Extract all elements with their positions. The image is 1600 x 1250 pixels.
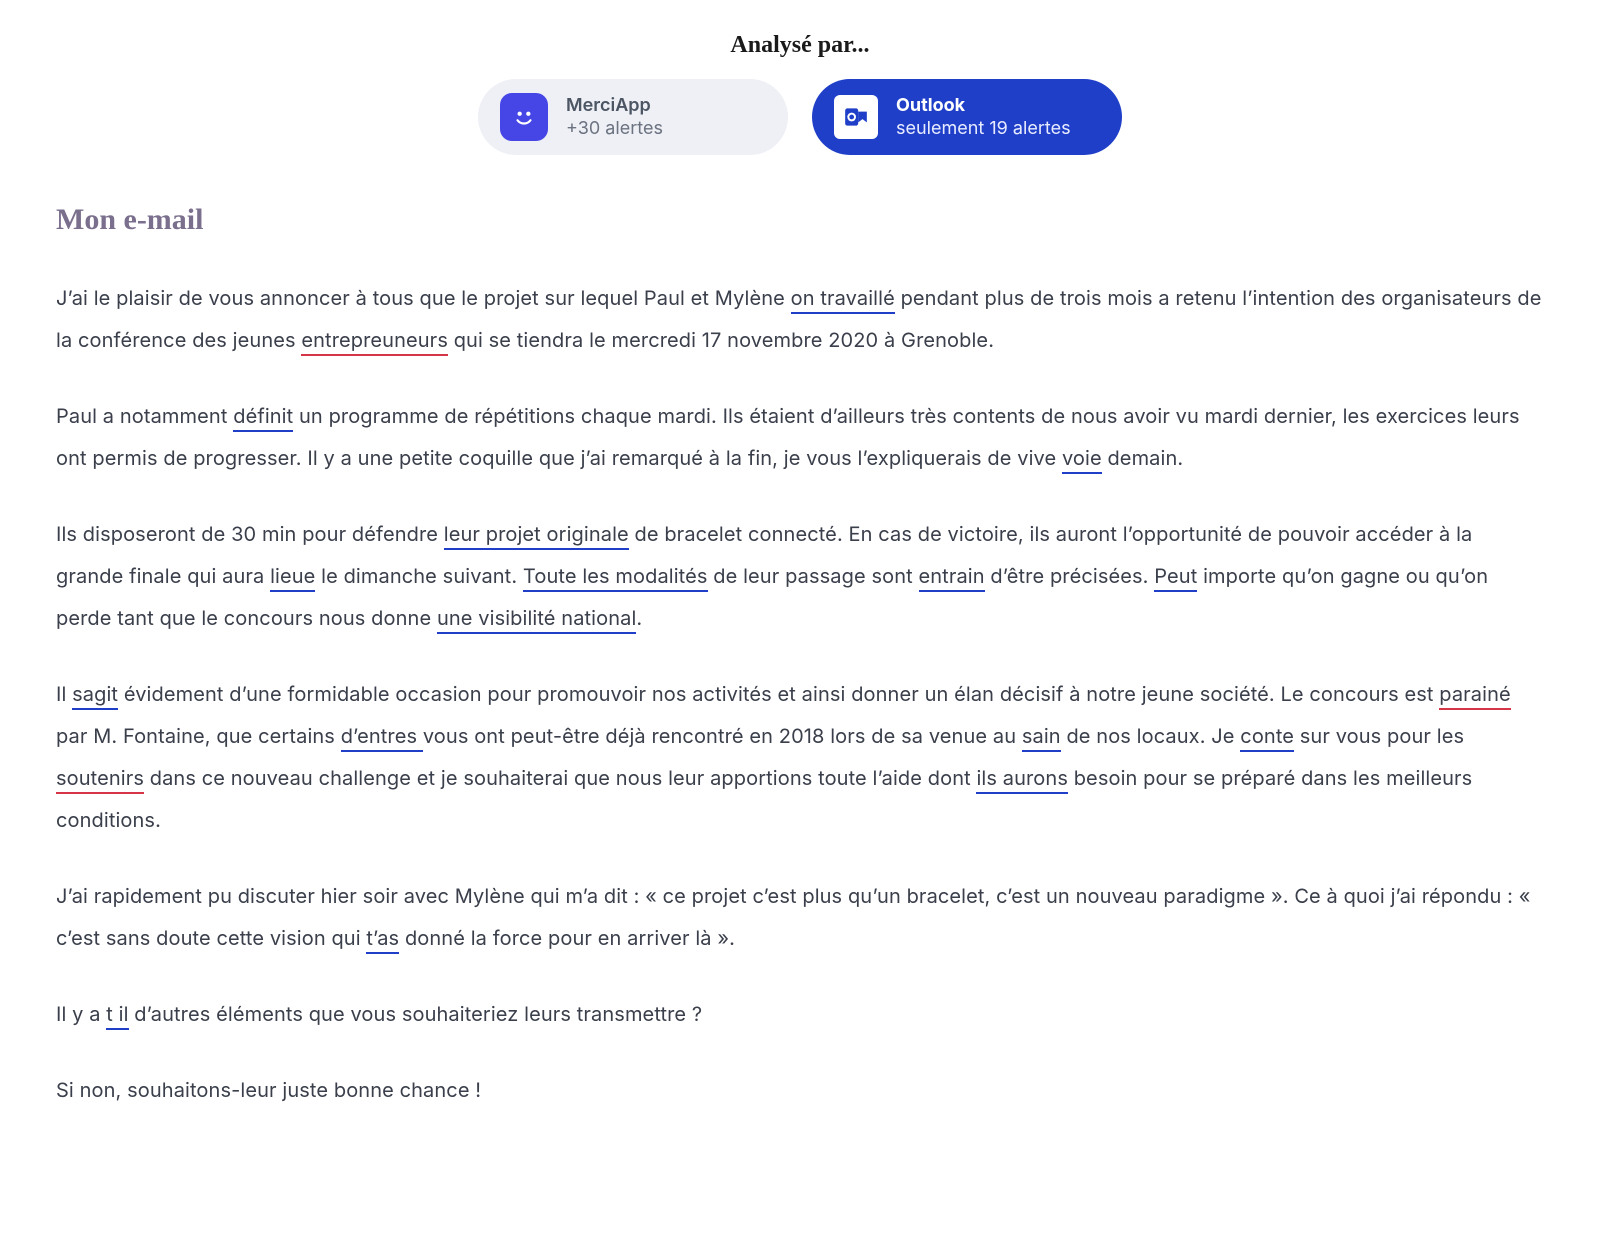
analysed-by-header: Analysé par... xyxy=(56,32,1544,59)
page: Analysé par... MerciApp +30 alertes xyxy=(0,0,1600,1225)
text: évidement d’une formidable occasion pour… xyxy=(118,682,1439,706)
error-highlight[interactable]: Toute les modalités xyxy=(523,564,708,592)
mail-title: Mon e-mail xyxy=(56,203,1544,237)
mail-paragraph: Si non, souhaitons-leur juste bonne chan… xyxy=(56,1069,1544,1111)
analyzer-tab-merciapp[interactable]: MerciApp +30 alertes xyxy=(478,79,788,155)
text: Ils disposeront de 30 min pour défendre xyxy=(56,522,444,546)
text: sur vous pour les xyxy=(1294,724,1464,748)
text: J’ai le plaisir de vous annoncer à tous … xyxy=(56,286,791,310)
mail-paragraph: Il sagit évidement d’une formidable occa… xyxy=(56,673,1544,841)
text: demain. xyxy=(1102,446,1184,470)
error-highlight[interactable]: sain xyxy=(1022,724,1061,752)
error-highlight[interactable]: ils aurons xyxy=(976,766,1068,794)
error-highlight[interactable]: d’entres xyxy=(341,724,423,752)
mail-paragraph: J’ai rapidement pu discuter hier soir av… xyxy=(56,875,1544,959)
text: le dimanche suivant. xyxy=(315,564,523,588)
error-highlight[interactable]: leur projet originale xyxy=(444,522,629,550)
text: donné la force pour en arriver là ». xyxy=(399,926,735,950)
analyzer-tab-outlook[interactable]: Outlook seulement 19 alertes xyxy=(812,79,1122,155)
error-highlight[interactable]: t il xyxy=(106,1002,128,1030)
error-highlight[interactable]: lieue xyxy=(270,564,315,592)
text: d’être précisées. xyxy=(985,564,1155,588)
text: Si non, souhaitons-leur juste bonne chan… xyxy=(56,1078,481,1102)
error-highlight[interactable]: Peut xyxy=(1154,564,1197,592)
text: Paul a notamment xyxy=(56,404,233,428)
text: d’autres éléments que vous souhaiteriez … xyxy=(129,1002,703,1026)
error-highlight[interactable]: soutenirs xyxy=(56,766,144,794)
text: dans ce nouveau challenge et je souhaite… xyxy=(144,766,976,790)
text: qui se tiendra le mercredi 17 novembre 2… xyxy=(448,328,994,352)
text: . xyxy=(636,606,642,630)
mail-paragraph: Paul a notamment définit un programme de… xyxy=(56,395,1544,479)
outlook-icon xyxy=(834,95,878,139)
error-highlight[interactable]: parainé xyxy=(1439,682,1510,710)
text: Il xyxy=(56,682,72,706)
text: vous ont peut-être déjà rencontré en 201… xyxy=(423,724,1022,748)
mail-paragraph: Ils disposeront de 30 min pour défendre … xyxy=(56,513,1544,639)
error-highlight[interactable]: voie xyxy=(1062,446,1102,474)
analyzer-pill-row: MerciApp +30 alertes Outlook seulement 1… xyxy=(56,79,1544,155)
analyzer-sub: +30 alertes xyxy=(566,117,663,140)
text: par M. Fontaine, que certains xyxy=(56,724,341,748)
error-highlight[interactable]: conte xyxy=(1240,724,1294,752)
text: de nos locaux. Je xyxy=(1061,724,1241,748)
analyzer-sub: seulement 19 alertes xyxy=(896,117,1071,140)
mail-paragraph: Il y a t il d’autres éléments que vous s… xyxy=(56,993,1544,1035)
error-highlight[interactable]: entrain xyxy=(919,564,985,592)
text: J’ai rapidement pu discuter hier soir av… xyxy=(56,884,1530,950)
error-highlight[interactable]: entrepreuneurs xyxy=(301,328,448,356)
analyzer-tab-text: MerciApp +30 alertes xyxy=(566,94,663,141)
text: Il y a xyxy=(56,1002,106,1026)
merciapp-icon xyxy=(500,93,548,141)
mail-paragraph: J’ai le plaisir de vous annoncer à tous … xyxy=(56,277,1544,361)
error-highlight[interactable]: on travaillé xyxy=(791,286,895,314)
text: de leur passage sont xyxy=(708,564,919,588)
mail-body: J’ai le plaisir de vous annoncer à tous … xyxy=(56,277,1544,1111)
error-highlight[interactable]: sagit xyxy=(72,682,118,710)
analyzer-name: MerciApp xyxy=(566,94,663,117)
error-highlight[interactable]: t’as xyxy=(366,926,399,954)
error-highlight[interactable]: définit xyxy=(233,404,293,432)
error-highlight[interactable]: une visibilité national xyxy=(437,606,636,634)
analyzer-name: Outlook xyxy=(896,94,1071,117)
analyzer-tab-text: Outlook seulement 19 alertes xyxy=(896,94,1071,141)
